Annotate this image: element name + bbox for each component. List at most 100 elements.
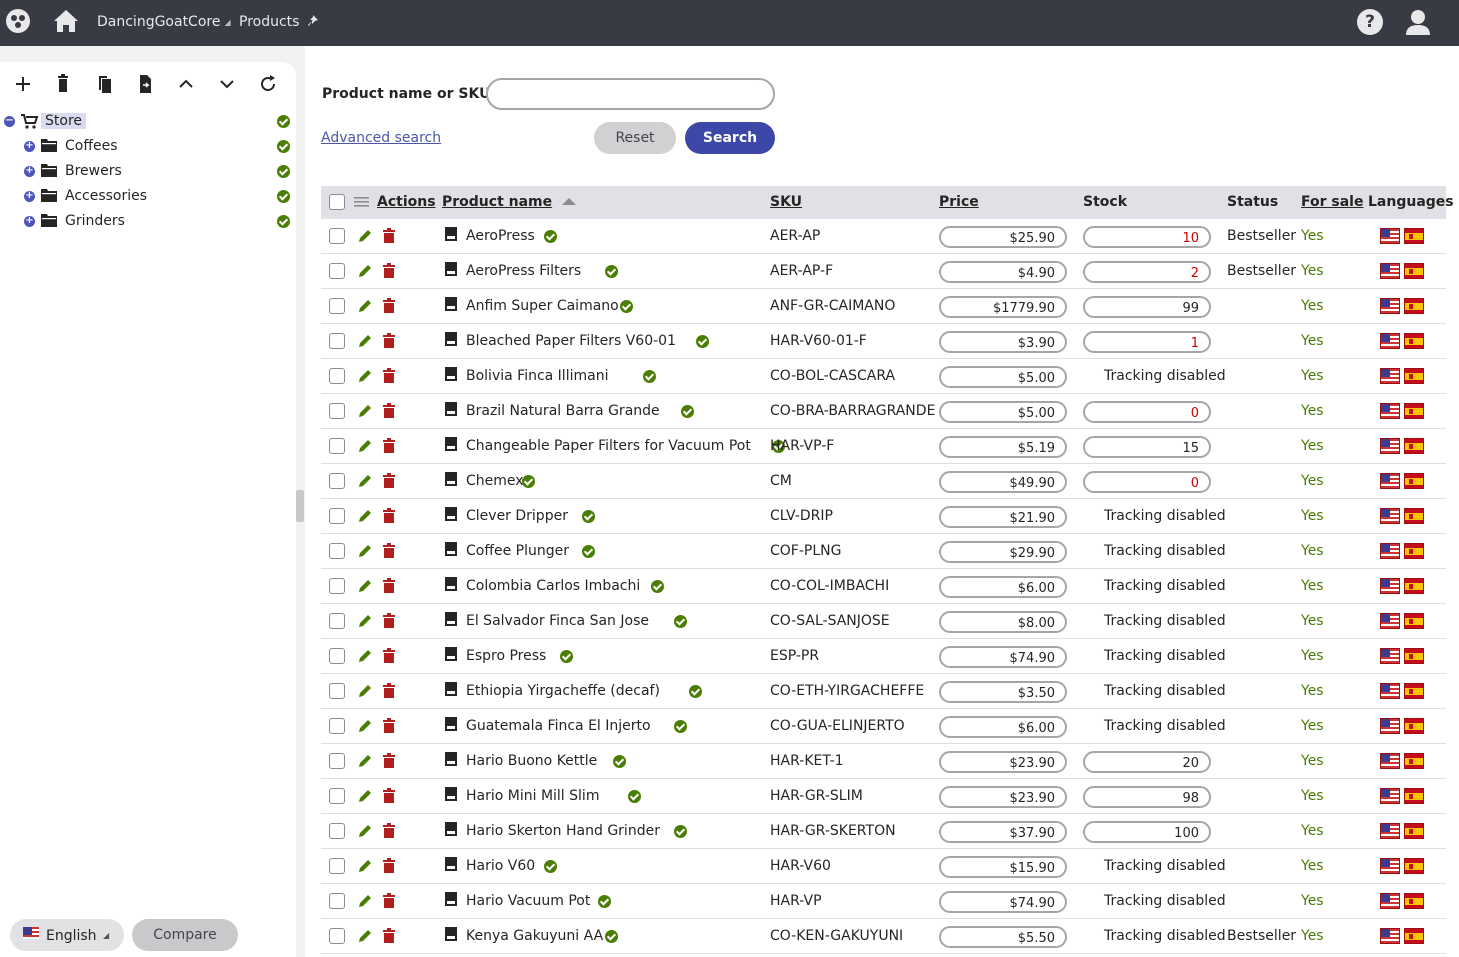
edit-icon[interactable] xyxy=(357,858,373,874)
select-all-checkbox[interactable] xyxy=(329,194,345,210)
table-row[interactable]: Kenya Gakuyuni AA CO-KEN-GAKUYUNI $5.50 Tra… xyxy=(321,919,1446,954)
es-flag-icon[interactable] xyxy=(1404,543,1424,559)
us-flag-icon[interactable] xyxy=(1380,753,1400,769)
table-row[interactable]: AeroPress AER-AP $25.90 10 Bestseller Yes xyxy=(321,219,1446,254)
edit-icon[interactable] xyxy=(357,368,373,384)
tree-node-store[interactable]: − Store xyxy=(4,111,296,133)
row-checkbox[interactable] xyxy=(329,333,345,349)
delete-icon[interactable] xyxy=(383,648,395,663)
us-flag-icon[interactable] xyxy=(1380,298,1400,314)
es-flag-icon[interactable] xyxy=(1404,263,1424,279)
delete-icon[interactable] xyxy=(383,683,395,698)
price-field[interactable]: $23.90 xyxy=(939,751,1067,773)
expand-icon[interactable]: + xyxy=(24,191,35,202)
us-flag-icon[interactable] xyxy=(1380,228,1400,244)
edit-icon[interactable] xyxy=(357,718,373,734)
app-breadcrumb[interactable]: Products xyxy=(239,14,319,30)
table-row[interactable]: Ethiopia Yirgacheffe (decaf) CO-ETH-YIRGA… xyxy=(321,674,1446,709)
edit-icon[interactable] xyxy=(357,648,373,664)
es-flag-icon[interactable] xyxy=(1404,508,1424,524)
collapse-icon[interactable]: − xyxy=(4,116,15,127)
us-flag-icon[interactable] xyxy=(1380,823,1400,839)
table-row[interactable]: Hario Buono Kettle HAR-KET-1 $23.90 20 Yes xyxy=(321,744,1446,779)
edit-icon[interactable] xyxy=(357,928,373,944)
stock-field[interactable]: 98 xyxy=(1083,786,1211,808)
language-selector[interactable]: English ◢ xyxy=(10,919,124,951)
edit-icon[interactable] xyxy=(357,508,373,524)
product-name[interactable]: Hario Skerton Hand Grinder xyxy=(466,823,660,839)
delete-icon[interactable] xyxy=(383,298,395,313)
us-flag-icon[interactable] xyxy=(1380,438,1400,454)
table-row[interactable]: Hario Mini Mill Slim HAR-GR-SLIM $23.90 98 Y… xyxy=(321,779,1446,814)
product-name[interactable]: Hario V60 xyxy=(466,858,535,874)
es-flag-icon[interactable] xyxy=(1404,683,1424,699)
price-field[interactable]: $8.00 xyxy=(939,611,1067,633)
es-flag-icon[interactable] xyxy=(1404,333,1424,349)
delete-icon[interactable] xyxy=(383,263,395,278)
row-checkbox[interactable] xyxy=(329,508,345,524)
table-row[interactable]: Hario Skerton Hand Grinder HAR-GR-SKERTON… xyxy=(321,814,1446,849)
price-field[interactable]: $5.19 xyxy=(939,436,1067,458)
user-icon[interactable] xyxy=(1404,8,1432,36)
es-flag-icon[interactable] xyxy=(1404,438,1424,454)
delete-icon[interactable] xyxy=(383,893,395,908)
row-checkbox[interactable] xyxy=(329,613,345,629)
col-price[interactable]: Price xyxy=(939,194,979,210)
us-flag-icon[interactable] xyxy=(1380,858,1400,874)
delete-icon[interactable] xyxy=(383,403,395,418)
delete-icon[interactable] xyxy=(383,718,395,733)
price-field[interactable]: $3.90 xyxy=(939,331,1067,353)
stock-field[interactable]: 15 xyxy=(1083,436,1211,458)
table-row[interactable]: Coffee Plunger COF-PLNG $29.90 Tracking dis… xyxy=(321,534,1446,569)
tree-label[interactable]: Accessories xyxy=(65,188,147,204)
row-checkbox[interactable] xyxy=(329,473,345,489)
col-for-sale[interactable]: For sale xyxy=(1301,194,1363,210)
tree-node-coffees[interactable]: + Coffees xyxy=(4,136,296,158)
product-name[interactable]: Hario Buono Kettle xyxy=(466,753,597,769)
delete-icon[interactable] xyxy=(383,858,395,873)
row-checkbox[interactable] xyxy=(329,368,345,384)
product-name[interactable]: Bleached Paper Filters V60-01 xyxy=(466,333,676,349)
us-flag-icon[interactable] xyxy=(1380,928,1400,944)
product-name[interactable]: Ethiopia Yirgacheffe (decaf) xyxy=(466,683,660,699)
row-checkbox[interactable] xyxy=(329,823,345,839)
app-logo-icon[interactable] xyxy=(6,9,30,33)
plus-icon[interactable] xyxy=(12,72,34,96)
us-flag-icon[interactable] xyxy=(1380,333,1400,349)
table-row[interactable]: AeroPress Filters AER-AP-F $4.90 2 Bestselle… xyxy=(321,254,1446,289)
es-flag-icon[interactable] xyxy=(1404,298,1424,314)
move-icon[interactable] xyxy=(134,72,156,96)
row-checkbox[interactable] xyxy=(329,683,345,699)
col-product-name[interactable]: Product name xyxy=(442,194,577,210)
row-checkbox[interactable] xyxy=(329,228,345,244)
stock-field[interactable]: 99 xyxy=(1083,296,1211,318)
table-row[interactable]: Bolivia Finca Illimani CO-BOL-CASCARA $5.0… xyxy=(321,359,1446,394)
product-name[interactable]: Bolivia Finca Illimani xyxy=(466,368,608,384)
price-field[interactable]: $6.00 xyxy=(939,716,1067,738)
panel-splitter[interactable] xyxy=(296,490,304,522)
es-flag-icon[interactable] xyxy=(1404,893,1424,909)
es-flag-icon[interactable] xyxy=(1404,578,1424,594)
table-row[interactable]: Changeable Paper Filters for Vacuum Pot H… xyxy=(321,429,1446,464)
us-flag-icon[interactable] xyxy=(1380,893,1400,909)
tree-node-accessories[interactable]: + Accessories xyxy=(4,186,296,208)
edit-icon[interactable] xyxy=(357,438,373,454)
product-name[interactable]: Hario Vacuum Pot xyxy=(466,893,590,909)
price-field[interactable]: $21.90 xyxy=(939,506,1067,528)
price-field[interactable]: $23.90 xyxy=(939,786,1067,808)
product-name[interactable]: Kenya Gakuyuni AA xyxy=(466,928,603,944)
edit-icon[interactable] xyxy=(357,473,373,489)
price-field[interactable]: $37.90 xyxy=(939,821,1067,843)
price-field[interactable]: $5.50 xyxy=(939,926,1067,948)
delete-icon[interactable] xyxy=(383,928,395,943)
es-flag-icon[interactable] xyxy=(1404,368,1424,384)
es-flag-icon[interactable] xyxy=(1404,228,1424,244)
delete-icon[interactable] xyxy=(383,368,395,383)
tree-label[interactable]: Brewers xyxy=(65,163,122,179)
delete-icon[interactable] xyxy=(383,753,395,768)
row-checkbox[interactable] xyxy=(329,928,345,944)
stock-field[interactable]: 20 xyxy=(1083,751,1211,773)
us-flag-icon[interactable] xyxy=(1380,473,1400,489)
help-icon[interactable]: ? xyxy=(1357,9,1383,35)
product-name[interactable]: Guatemala Finca El Injerto xyxy=(466,718,651,734)
